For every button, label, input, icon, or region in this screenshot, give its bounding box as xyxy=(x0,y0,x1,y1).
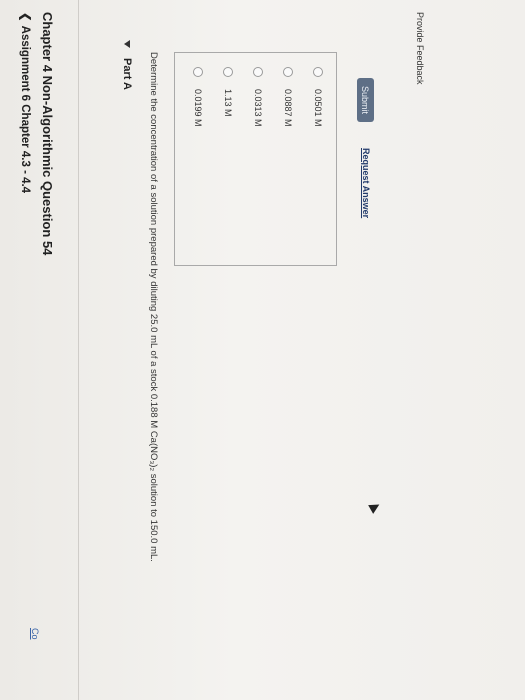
chevron-left-icon: ❮ xyxy=(19,12,31,22)
choice-label: 1.13 M xyxy=(223,89,233,117)
radio-button[interactable] xyxy=(283,67,293,77)
radio-button[interactable] xyxy=(193,67,203,77)
request-answer-link[interactable]: Request Answer xyxy=(361,148,371,218)
corner-link[interactable]: Co xyxy=(30,628,40,640)
radio-button[interactable] xyxy=(253,67,263,77)
mouse-cursor-icon xyxy=(368,500,382,514)
photo-stage: ❮ Assignment 6 Chapter 4.3 - 4.4 Chapter … xyxy=(0,0,525,700)
radio-button[interactable] xyxy=(313,67,323,77)
choice-label: 0.0887 M xyxy=(283,89,293,127)
breadcrumb[interactable]: ❮ Assignment 6 Chapter 4.3 - 4.4 xyxy=(19,12,33,193)
answer-choices: 0.0501 M 0.0887 M 0.0313 M 1.13 M 0.0199… xyxy=(174,52,337,266)
choice-option[interactable]: 0.0313 M xyxy=(253,67,263,127)
choice-option[interactable]: 0.0887 M xyxy=(283,67,293,127)
question-prompt: Determine the concentration of a solutio… xyxy=(148,52,159,562)
choice-label: 0.0313 M xyxy=(253,89,263,127)
choice-option[interactable]: 0.0199 M xyxy=(193,67,203,127)
page-title: Chapter 4 Non-Algorithmic Question 54 xyxy=(40,12,55,256)
part-a-toggle[interactable]: Part A xyxy=(121,40,133,90)
provide-feedback-link[interactable]: Provide Feedback xyxy=(415,12,425,85)
choice-label: 0.0199 M xyxy=(193,89,203,127)
choice-option[interactable]: 0.0501 M xyxy=(313,67,323,127)
radio-button[interactable] xyxy=(223,67,233,77)
choice-label: 0.0501 M xyxy=(313,89,323,127)
part-title: Part A xyxy=(121,58,133,90)
submit-button[interactable]: Submit xyxy=(357,78,374,122)
breadcrumb-label: Assignment 6 Chapter 4.3 - 4.4 xyxy=(19,25,31,194)
header-divider xyxy=(78,0,79,700)
assignment-page: ❮ Assignment 6 Chapter 4.3 - 4.4 Chapter … xyxy=(0,0,525,700)
caret-down-icon xyxy=(123,40,130,48)
choice-option[interactable]: 1.13 M xyxy=(223,67,233,117)
